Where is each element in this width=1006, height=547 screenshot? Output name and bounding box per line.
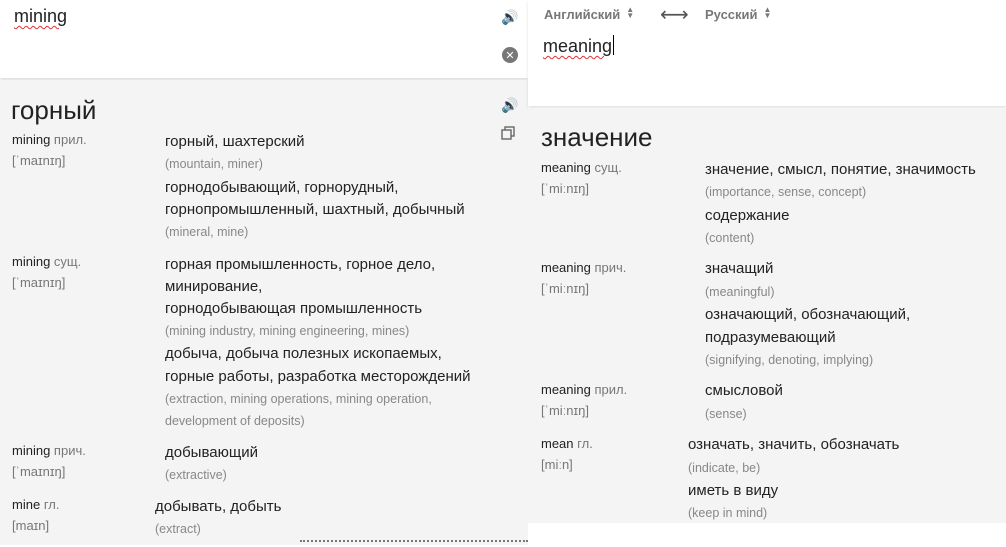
swap-languages-icon[interactable]: ⟷ [660,2,689,27]
entry-phonetic: [miːn] [541,457,573,472]
target-text: meaning [543,36,613,56]
translation-item[interactable]: горнопромышленный, шахтный, добычный [165,199,465,221]
entry-word: mine гл. [12,497,60,512]
source-text-input[interactable]: mining [14,6,67,27]
target-language-label: Русский [705,7,758,22]
entry-word: meaning прич. [541,260,627,275]
back-translation: (content) [705,231,755,245]
back-translation: (extract) [155,522,201,536]
sort-arrows-icon: ▲ ▼ [763,5,772,20]
entry-word: mining прил. [12,132,87,147]
back-translation: (extraction, mining operations, mining o… [165,392,432,406]
source-language-label: Английский [544,7,621,22]
translation-item[interactable]: значение, смысл, понятие, значимость [705,159,976,181]
entry-phonetic: [ˈmiːnɪŋ] [541,403,589,418]
entry-phonetic: [ˈmiːnɪŋ] [541,181,589,196]
translation-item[interactable]: добывать, добыть [155,496,281,518]
back-translation: (mineral, mine) [165,225,249,239]
translation-item[interactable]: иметь в виду [688,480,778,502]
translation-item[interactable]: добыча, добыча полезных ископаемых, [165,343,442,365]
back-translation: development of deposits) [165,414,305,428]
entry-word: meaning прил. [541,382,628,397]
back-translation: (sense) [705,407,747,421]
translation-item[interactable]: подразумевающий [705,327,836,349]
entry-phonetic: [maɪn] [12,518,50,533]
back-translation: (signifying, denoting, implying) [705,353,874,367]
translation-item[interactable]: горные работы, разработка месторождений [165,366,471,388]
translation-item[interactable]: горная промышленность, горное дело, [165,254,435,276]
translation-item[interactable]: означать, значить, обозначать [688,434,899,456]
sort-arrows-icon: ▲ ▼ [626,5,635,20]
back-translation: (indicate, be) [688,461,761,475]
back-translation: (importance, sense, concept) [705,185,867,199]
entry-phonetic: [ˈmaɪnɪŋ] [12,464,66,479]
back-translation: (meaningful) [705,285,775,299]
translation-item[interactable]: значащий [705,258,773,280]
speaker-icon[interactable]: 🔊 [500,8,520,26]
translation-item[interactable]: горнодобывающий, горнорудный, [165,177,398,199]
target-bottom-area [528,523,1006,545]
translation-item[interactable]: добывающий [165,442,258,464]
entry-phonetic: [ˈmiːnɪŋ] [541,281,589,296]
translation-item[interactable]: смысловой [705,380,783,402]
copy-icon[interactable] [500,125,516,141]
target-headword: значение [541,122,653,152]
entry-phonetic: [ˈmaɪnɪŋ] [12,153,66,168]
entry-word: mean гл. [541,436,593,451]
back-translation: (extractive) [165,468,227,482]
text-caret [613,35,615,55]
speaker-icon[interactable]: 🔊 [500,96,520,114]
target-language-select[interactable]: Русский ▲ ▼ [705,5,772,23]
entry-word: mining прич. [12,443,86,458]
entry-phonetic: [ˈmaɪnɪŋ] [12,275,66,290]
cropped-text-fragment [300,540,528,547]
back-translation: (mountain, miner) [165,157,263,171]
translation-item[interactable]: содержание [705,205,790,227]
source-headword: горный [11,95,97,125]
clear-icon[interactable]: ✕ [502,47,518,63]
source-language-select[interactable]: Английский ▲ ▼ [544,5,635,23]
back-translation: (mining industry, mining engineering, mi… [165,324,410,338]
translation-item[interactable]: минирование, [165,276,262,298]
translation-item[interactable]: горный, шахтерский [165,131,305,153]
entry-word: meaning сущ. [541,160,622,175]
translation-item[interactable]: означающий, обозначающий, [705,304,910,326]
entry-word: mining сущ. [12,254,82,269]
target-text-output[interactable]: meaning [543,35,615,57]
source-input-box[interactable] [0,0,528,78]
back-translation: (keep in mind) [688,506,768,520]
translation-item[interactable]: горнодобывающая промышленность [165,298,422,320]
